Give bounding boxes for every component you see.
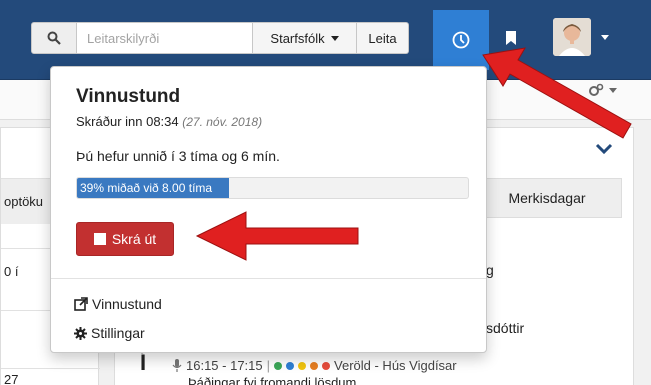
event-title: Veröld - Hús Vigdísar	[334, 358, 457, 373]
popover-title: Vinnustund	[76, 86, 181, 107]
worked-time-text: Þú hefur unnið í 3 tíma og 6 mín.	[76, 148, 280, 164]
checkin-info: Skráður inn 08:34 (27. nóv. 2018)	[76, 114, 262, 129]
search-button[interactable]: Leita	[357, 22, 409, 54]
link-vinnustund[interactable]: Vinnustund	[74, 296, 162, 312]
work-clock-button[interactable]	[433, 10, 489, 70]
status-dot	[298, 361, 307, 370]
clock-icon	[452, 31, 470, 49]
caret-down-icon	[330, 35, 339, 41]
external-link-icon	[74, 297, 88, 311]
chevron-down-icon[interactable]	[595, 143, 613, 155]
status-dot	[286, 361, 295, 370]
staff-dropdown[interactable]: Starfsfólk	[253, 22, 357, 54]
tab-merkisdagar[interactable]: Merkisdagar	[472, 178, 622, 218]
stop-icon	[93, 233, 106, 245]
microphone-icon	[172, 359, 182, 372]
checkin-label: Skráður inn 08:34	[76, 114, 179, 129]
list-item-fragment: g	[486, 262, 494, 278]
link-vinnustund-label: Vinnustund	[92, 296, 162, 312]
event-time: 16:15 - 17:15	[186, 358, 263, 373]
caret-down-icon	[601, 34, 609, 40]
bookmark-button[interactable]	[500, 26, 522, 50]
staff-dropdown-label: Starfsfólk	[270, 30, 325, 46]
search-group: Starfsfólk Leita	[31, 22, 409, 54]
link-stillingar-label: Stillingar	[91, 325, 145, 341]
chevron-down-icon	[609, 87, 617, 93]
checkin-date: (27. nóv. 2018)	[182, 115, 263, 129]
work-progress: 39% miðað við 8.00 tíma	[76, 177, 469, 199]
status-dot	[274, 361, 283, 370]
link-stillingar[interactable]: Stillingar	[74, 325, 145, 341]
search-addon	[31, 22, 77, 54]
bookmark-icon	[506, 31, 516, 45]
checkout-button[interactable]: Skrá út	[76, 222, 174, 256]
avatar	[553, 18, 591, 56]
event-subtitle: Þáðingar fyi fromandi lösdum	[188, 375, 357, 385]
gear-icon	[74, 326, 87, 340]
gears-icon	[589, 83, 604, 96]
search-input[interactable]	[77, 22, 253, 54]
checkout-label: Skrá út	[111, 231, 157, 247]
status-dot	[310, 361, 319, 370]
user-photo	[553, 18, 591, 56]
status-dot	[322, 361, 331, 370]
settings-menu[interactable]	[588, 80, 617, 100]
list-item-fragment: sdóttir	[486, 320, 525, 336]
divider	[51, 278, 486, 279]
left-row: 27	[1, 368, 100, 385]
event-row[interactable]: 16:15 - 17:15 | Veröld - Hús Vigdísar	[172, 358, 457, 373]
work-clock-popover: Vinnustund Skráður inn 08:34 (27. nóv. 2…	[50, 66, 487, 353]
work-progress-bar: 39% miðað við 8.00 tíma	[77, 178, 230, 198]
search-icon	[47, 31, 61, 45]
event-day-letter: Í	[140, 350, 147, 375]
user-menu[interactable]	[553, 18, 609, 56]
